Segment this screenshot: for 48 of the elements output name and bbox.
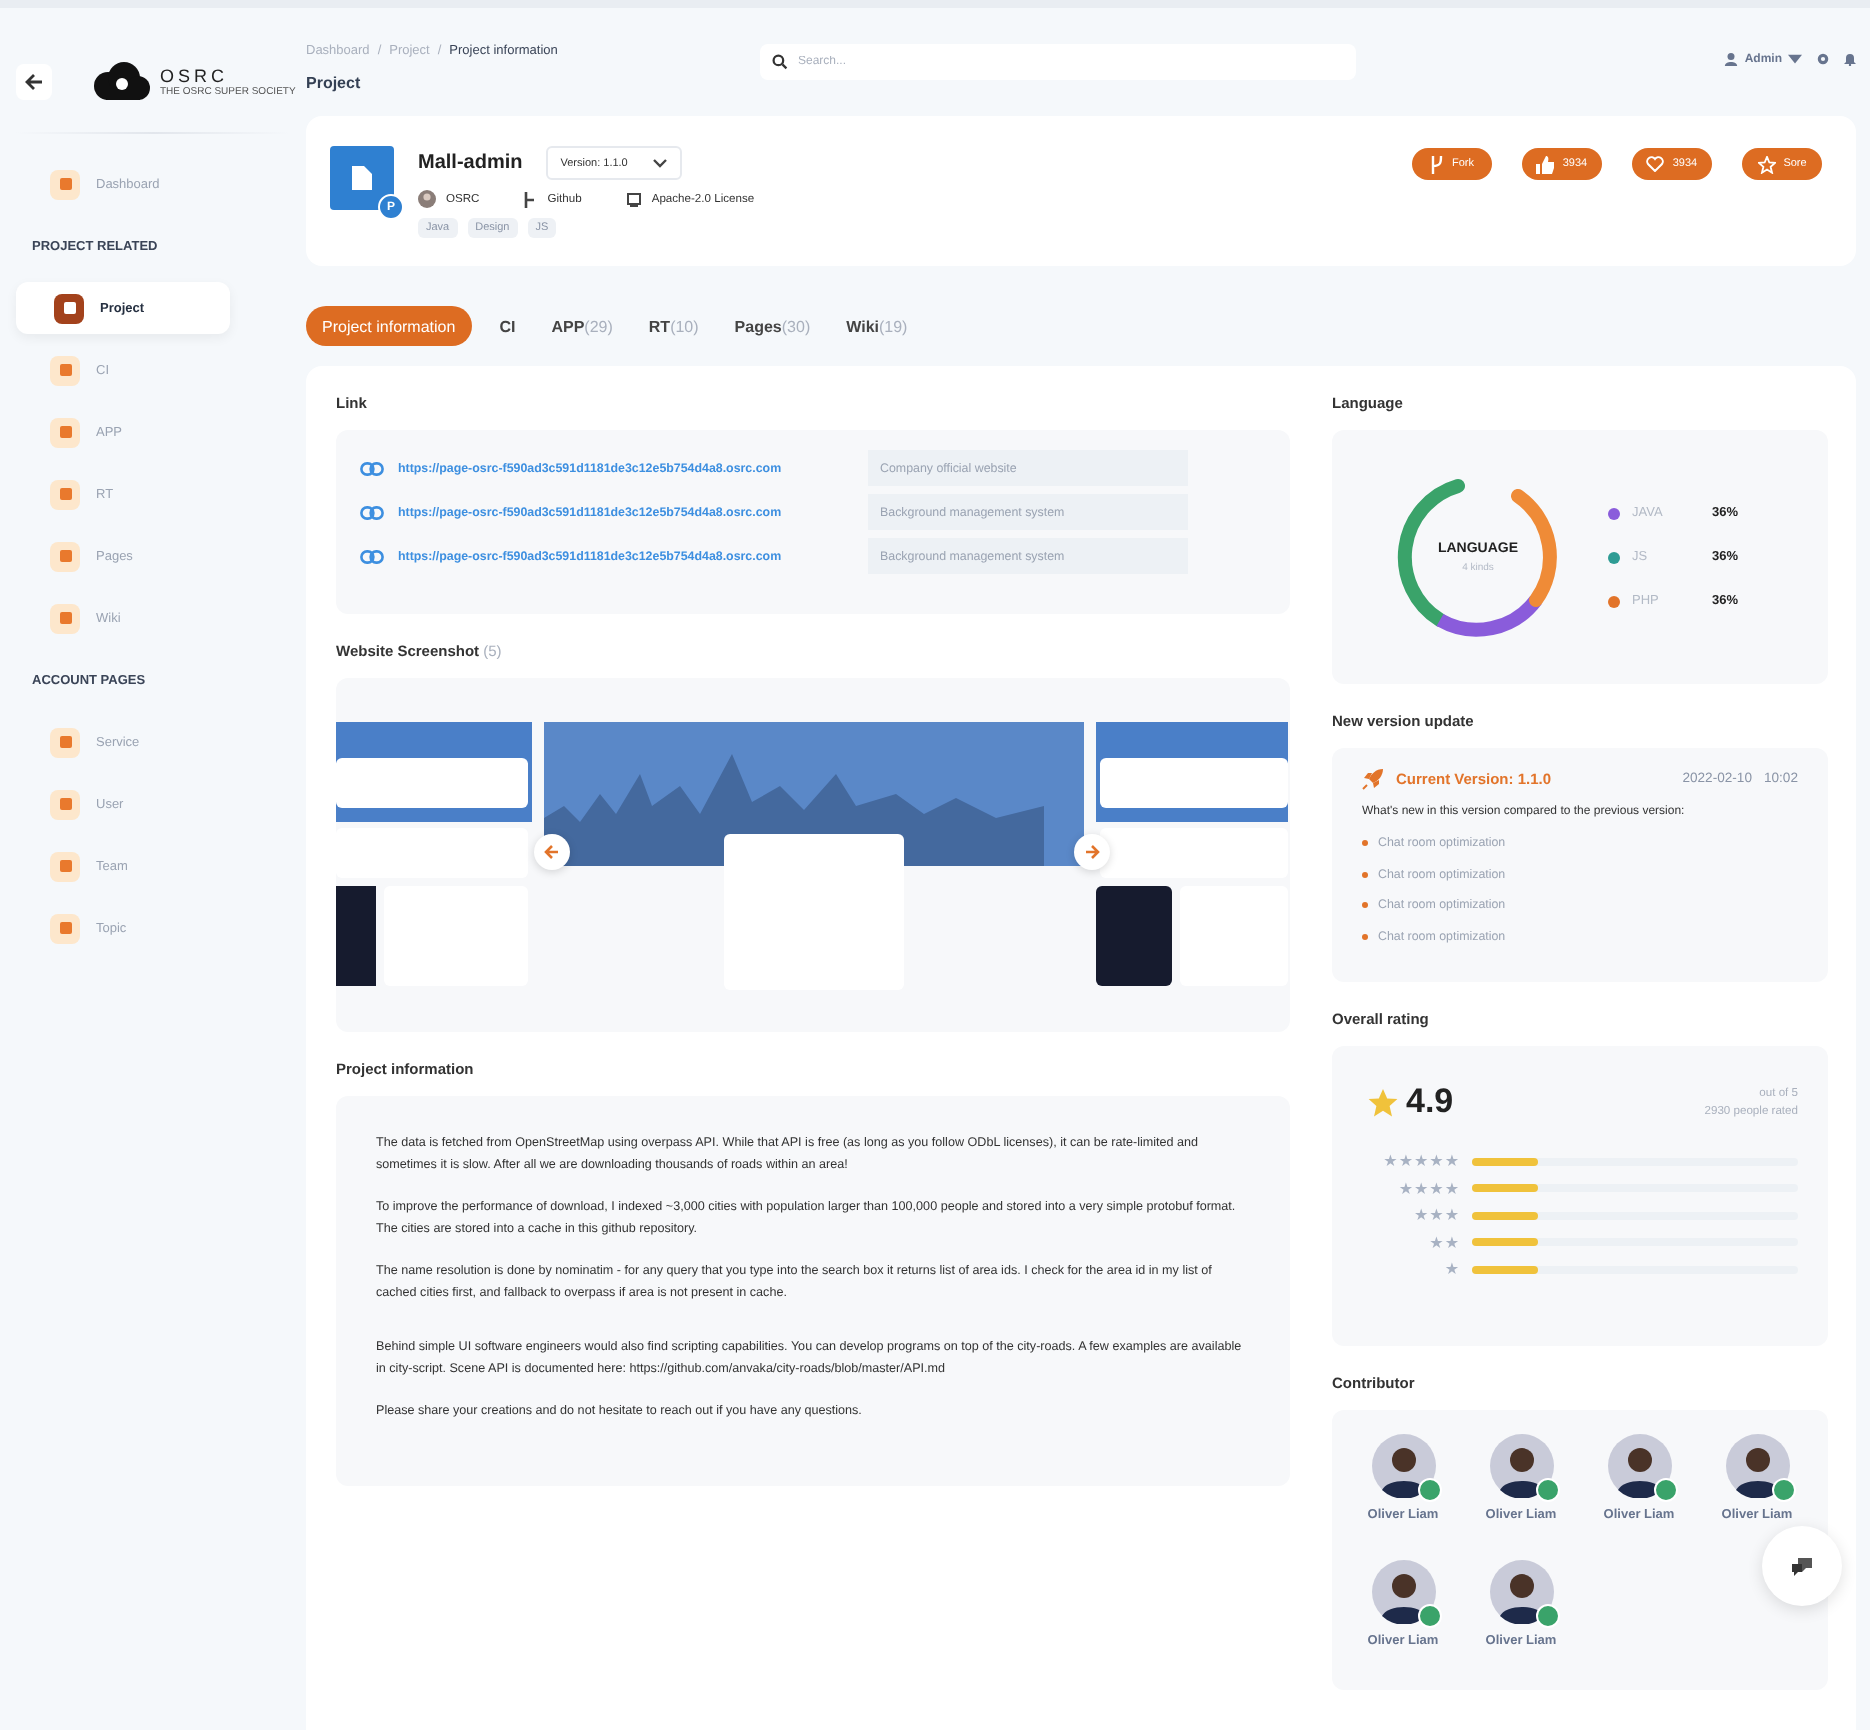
bullet-icon — [1362, 871, 1368, 878]
thumbs-up-icon — [1536, 155, 1555, 173]
arrow-left-icon — [544, 844, 560, 860]
avatar-icon — [418, 190, 436, 208]
chevron-icon — [651, 158, 668, 168]
heart-icon — [1646, 156, 1665, 172]
star-level-label: ★ — [1444, 1260, 1460, 1279]
fork-icon — [1430, 155, 1444, 173]
arrow-right-icon — [1084, 844, 1100, 860]
star-icon — [1757, 155, 1776, 173]
avatar-icon — [1725, 1434, 1789, 1498]
bullet-icon — [1362, 933, 1368, 940]
link-icon — [360, 549, 384, 563]
star-level-label: ★★★ — [1413, 1206, 1460, 1225]
rating-score: 4.9 — [1406, 1082, 1454, 1122]
tab[interactable]: CI — [491, 306, 524, 346]
rocket-icon — [1362, 768, 1384, 790]
star-level-label: ★★★★★ — [1383, 1152, 1460, 1171]
previous-button[interactable] — [534, 834, 570, 870]
chat-icon — [1790, 1555, 1814, 1577]
avatar-icon — [1489, 1434, 1553, 1498]
bell-icon[interactable] — [1844, 52, 1856, 66]
tab[interactable]: Project information — [306, 306, 472, 346]
avatar-icon — [1607, 1434, 1671, 1498]
project-name: Mall-admin — [418, 152, 523, 174]
search-icon — [772, 54, 788, 70]
back-button[interactable] — [16, 64, 52, 100]
star-level-label: ★★★★ — [1398, 1179, 1460, 1198]
cloud-logo-icon — [90, 62, 150, 102]
avatar-icon — [1489, 1559, 1553, 1623]
star-icon — [1368, 1087, 1398, 1117]
page-title: Project — [306, 74, 363, 92]
tab[interactable]: Pages(30) — [726, 306, 819, 346]
settings-icon[interactable] — [1816, 52, 1830, 66]
star-level-label: ★★ — [1429, 1233, 1460, 1252]
logo-text: OSRC — [160, 66, 231, 86]
link-icon — [360, 505, 384, 519]
back-arrow-icon — [24, 72, 44, 92]
avatar-icon — [1371, 1559, 1435, 1623]
bullet-icon — [1362, 902, 1368, 909]
tab[interactable]: RT(10) — [640, 306, 707, 346]
caret-icon — [1788, 54, 1802, 64]
bullet-icon — [1362, 840, 1368, 847]
link-icon — [360, 461, 384, 475]
branch-icon — [523, 191, 538, 207]
tab[interactable]: Wiki(19) — [838, 306, 916, 346]
tab[interactable]: APP(29) — [543, 306, 621, 346]
avatar-icon — [1371, 1434, 1435, 1498]
